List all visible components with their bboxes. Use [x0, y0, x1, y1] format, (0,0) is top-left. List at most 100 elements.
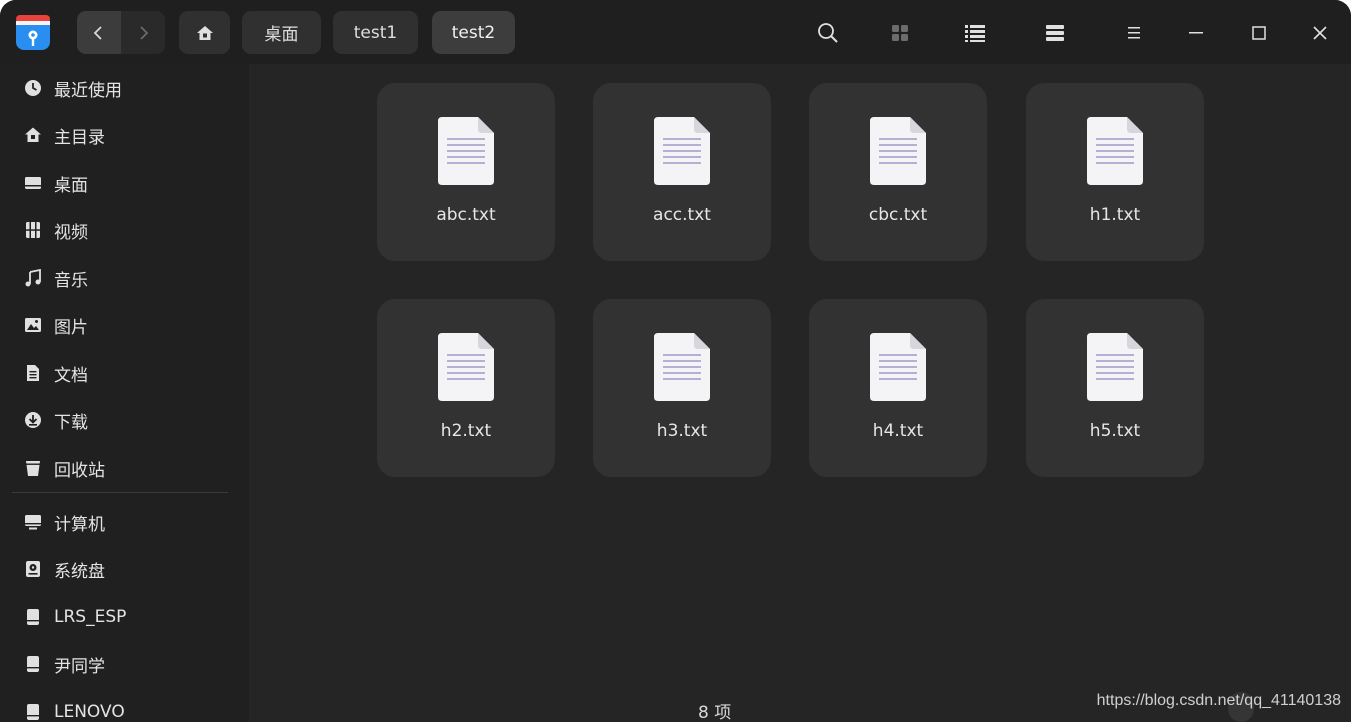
icon-view-button[interactable]: [883, 16, 917, 50]
minimize-button[interactable]: [1179, 16, 1213, 50]
file-item[interactable]: abc.txt: [377, 83, 555, 261]
tree-view-icon: [1046, 25, 1064, 41]
file-name: acc.txt: [653, 205, 711, 225]
file-item[interactable]: h2.txt: [377, 299, 555, 477]
sidebar-item-drive-lenovo[interactable]: LENOVO: [0, 692, 249, 722]
text-file-icon: [870, 333, 926, 401]
list-view-icon: [965, 25, 985, 42]
forward-button[interactable]: [121, 11, 165, 54]
text-file-icon: [438, 117, 494, 185]
file-name: cbc.txt: [868, 205, 928, 225]
home-icon: [25, 127, 41, 142]
drive-icon: [27, 609, 39, 625]
text-file-icon: [654, 117, 710, 185]
system-disk-icon: [26, 561, 40, 577]
video-icon: [26, 222, 40, 238]
search-button[interactable]: [811, 16, 845, 50]
trash-icon: [26, 461, 40, 476]
search-icon: [818, 23, 838, 43]
document-icon: [27, 365, 39, 381]
close-button[interactable]: [1303, 16, 1337, 50]
text-file-icon: [1087, 333, 1143, 401]
sidebar-item-label: 视频: [54, 222, 88, 243]
file-view: abc.txt acc.txt cbc.txt h1.txt h2.txt h3…: [249, 64, 1351, 722]
close-icon: [1313, 26, 1327, 40]
file-name: h3.txt: [656, 421, 708, 441]
titlebar: 桌面 test1 test2: [0, 0, 1351, 64]
navigation-buttons: [77, 11, 165, 54]
file-item[interactable]: cbc.txt: [809, 83, 987, 261]
sidebar-item-label: 尹同学: [54, 656, 105, 677]
sidebar-item-label: 图片: [54, 317, 88, 338]
sidebar-item-trash[interactable]: 回收站: [0, 448, 249, 488]
chevron-right-icon: [140, 25, 149, 40]
grid-view-icon: [892, 25, 908, 41]
maximize-button[interactable]: [1242, 16, 1276, 50]
chevron-left-icon: [93, 25, 102, 40]
text-file-icon: [870, 117, 926, 185]
file-name: h5.txt: [1089, 421, 1141, 441]
file-item[interactable]: h4.txt: [809, 299, 987, 477]
file-manager-logo-icon: [16, 15, 50, 50]
sidebar-item-recent[interactable]: 最近使用: [0, 68, 249, 108]
home-icon: [196, 25, 213, 40]
sidebar-item-label: 下载: [54, 412, 88, 433]
picture-icon: [25, 318, 41, 332]
sidebar-item-label: 回收站: [54, 460, 105, 481]
status-item-count: 8 项: [698, 703, 732, 722]
watermark-text: https://blog.csdn.net/qq_41140138: [1096, 692, 1341, 709]
drive-icon: [27, 704, 39, 720]
file-name: h1.txt: [1089, 205, 1141, 225]
sidebar-item-label: 文档: [54, 365, 88, 386]
sidebar-item-documents[interactable]: 文档: [0, 353, 249, 393]
sidebar-divider: [12, 492, 228, 493]
sidebar-item-home[interactable]: 主目录: [0, 115, 249, 155]
breadcrumb-item[interactable]: 桌面: [242, 11, 321, 54]
list-view-button[interactable]: [958, 16, 992, 50]
sidebar-item-system-disk[interactable]: 系统盘: [0, 549, 249, 589]
download-icon: [25, 412, 41, 428]
file-name: h2.txt: [440, 421, 492, 441]
desktop-icon: [25, 177, 41, 189]
breadcrumb-item-current[interactable]: test2: [432, 11, 515, 54]
sidebar-item-label: 桌面: [54, 175, 88, 196]
sidebar-item-label: LENOVO: [54, 702, 125, 722]
sidebar-item-drive-user[interactable]: 尹同学: [0, 644, 249, 684]
sidebar-item-desktop[interactable]: 桌面: [0, 163, 249, 203]
sidebar-item-label: 音乐: [54, 270, 88, 291]
maximize-icon: [1252, 26, 1266, 40]
sidebar-item-label: LRS_ESP: [54, 607, 127, 627]
sidebar-item-label: 最近使用: [54, 80, 122, 101]
sidebar-item-label: 系统盘: [54, 561, 105, 582]
sidebar-item-pictures[interactable]: 图片: [0, 305, 249, 345]
music-icon: [25, 269, 41, 287]
main-menu-button[interactable]: [1116, 16, 1150, 50]
file-item[interactable]: h5.txt: [1026, 299, 1204, 477]
tree-view-button[interactable]: [1038, 16, 1072, 50]
sidebar-item-label: 计算机: [54, 514, 105, 535]
sidebar-item-music[interactable]: 音乐: [0, 258, 249, 298]
sidebar-item-computer[interactable]: 计算机: [0, 502, 249, 542]
sidebar-item-drive-lrs-esp[interactable]: LRS_ESP: [0, 597, 249, 637]
file-name: h4.txt: [872, 421, 924, 441]
sidebar-item-label: 主目录: [54, 127, 105, 148]
breadcrumb-item[interactable]: test1: [333, 11, 418, 54]
back-button[interactable]: [77, 11, 121, 54]
file-item[interactable]: acc.txt: [593, 83, 771, 261]
file-name: abc.txt: [436, 205, 496, 225]
file-item[interactable]: h3.txt: [593, 299, 771, 477]
sidebar: 最近使用 主目录 桌面 视频 音乐 图片 文档 下载 回收站 计算机 系统盘 L…: [0, 64, 249, 722]
clock-icon: [25, 80, 41, 96]
text-file-icon: [1087, 117, 1143, 185]
minimize-icon: [1189, 32, 1203, 34]
text-file-icon: [654, 333, 710, 401]
computer-icon: [25, 515, 41, 530]
menu-icon: [1128, 27, 1140, 39]
text-file-icon: [438, 333, 494, 401]
file-manager-window: 桌面 test1 test2 最近使用 主目录 桌面 视频 音乐 图片 文档 下…: [0, 0, 1351, 722]
home-button[interactable]: [179, 11, 230, 54]
file-item[interactable]: h1.txt: [1026, 83, 1204, 261]
sidebar-item-video[interactable]: 视频: [0, 210, 249, 250]
sidebar-item-downloads[interactable]: 下载: [0, 400, 249, 440]
drive-icon: [27, 656, 39, 672]
